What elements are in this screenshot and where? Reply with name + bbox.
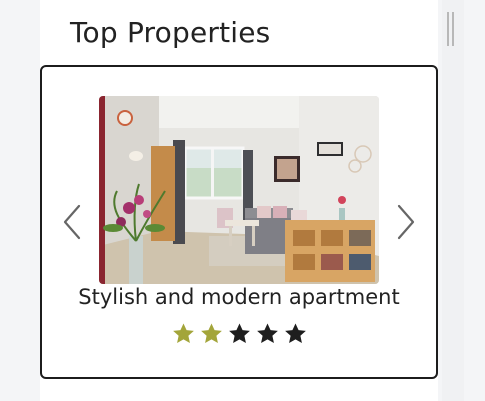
- chevron-right-icon: [397, 204, 415, 240]
- section-title: Top Properties: [70, 16, 271, 49]
- scrollbar-track[interactable]: [442, 0, 464, 401]
- property-name: Stylish and modern apartment: [78, 285, 400, 309]
- chevron-left-icon: [63, 204, 81, 240]
- star-empty-icon: [257, 323, 278, 343]
- star-empty-icon: [229, 323, 250, 343]
- scrollbar-thumb[interactable]: [447, 12, 454, 46]
- carousel-prev-button[interactable]: [61, 203, 83, 241]
- rating-stars: [172, 322, 307, 346]
- carousel-next-button[interactable]: [395, 203, 417, 241]
- star-empty-icon: [285, 323, 306, 343]
- star-filled-icon: [173, 323, 194, 343]
- property-photo[interactable]: [99, 96, 379, 284]
- star-filled-icon: [201, 323, 222, 343]
- apartment-interior-image: [99, 96, 379, 284]
